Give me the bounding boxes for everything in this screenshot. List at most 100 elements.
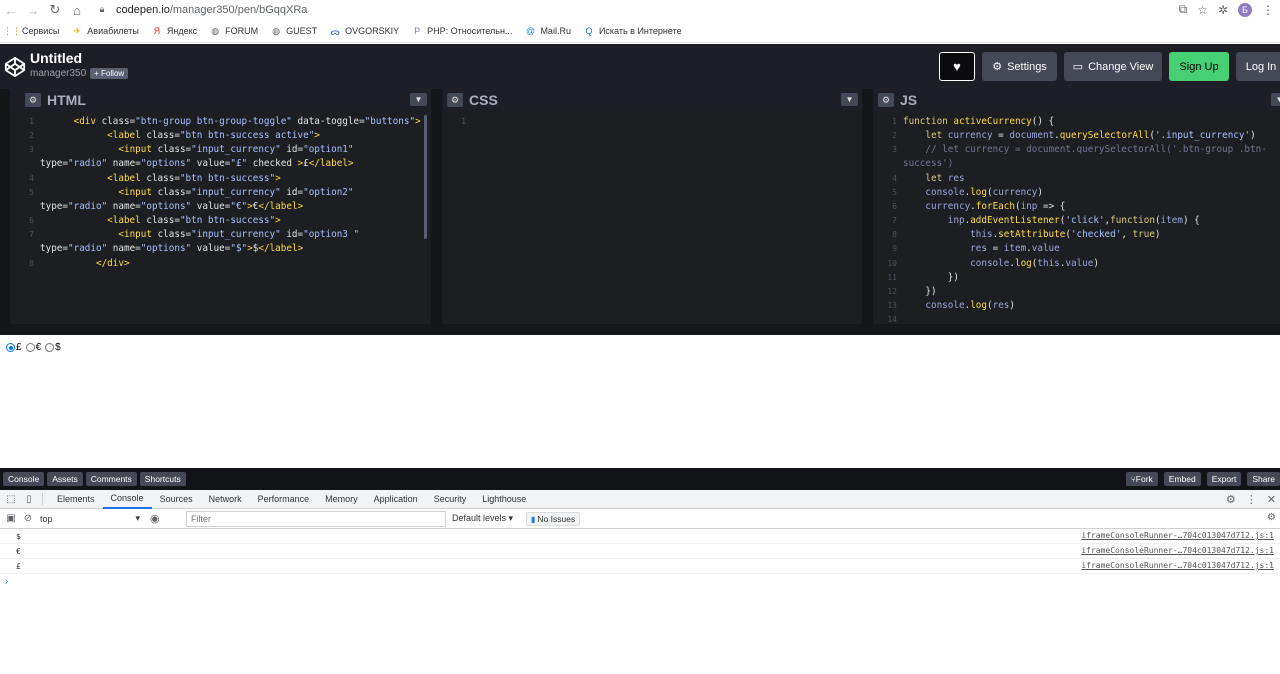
follow-button[interactable]: + Follow xyxy=(90,68,129,79)
log-source-link[interactable]: iframeConsoleRunner-…704c013047d712.js:1 xyxy=(1081,561,1274,570)
log-source-link[interactable]: iframeConsoleRunner-…704c013047d712.js:1 xyxy=(1081,546,1274,555)
issues-button[interactable]: ▮ No Issues xyxy=(526,512,581,526)
editor-resizer[interactable] xyxy=(0,324,1280,335)
code-line[interactable]: let currency = document.querySelectorAll… xyxy=(903,129,1255,143)
reload-icon[interactable]: ↻ xyxy=(44,0,66,20)
bookmark-item[interactable]: ◍ FORUM xyxy=(209,25,258,37)
bookmark-item[interactable]: Я Яндекс xyxy=(151,25,198,37)
code-line[interactable]: console.log(currency) xyxy=(903,186,1043,200)
css-editor[interactable]: ⚙ CSS ▼ 1 xyxy=(442,89,862,324)
bookmark-item[interactable]: ✈ Авиабилеты xyxy=(71,25,139,37)
kebab-menu-icon[interactable]: ⋮ xyxy=(1246,493,1257,506)
bottom-btn-fork[interactable]: ⑂ Fork xyxy=(1125,472,1158,486)
chevron-down-icon[interactable]: ▼ xyxy=(1271,93,1280,106)
code-line[interactable]: currency.forEach(inp => { xyxy=(903,200,1065,214)
translate-icon[interactable]: ⧉ xyxy=(1179,2,1188,17)
home-icon[interactable]: ⌂ xyxy=(66,0,88,20)
change-view-button[interactable]: ▭ Change View xyxy=(1064,52,1162,81)
html-settings-icon[interactable]: ⚙ xyxy=(25,93,41,107)
clear-console-icon[interactable]: ⊘ xyxy=(22,513,34,524)
log-levels-select[interactable]: Default levels ▾ xyxy=(452,513,513,524)
css-settings-icon[interactable]: ⚙ xyxy=(447,93,463,107)
log-source-link[interactable]: iframeConsoleRunner-…704c013047d712.js:1 xyxy=(1081,531,1274,540)
codepen-logo-icon[interactable] xyxy=(4,56,26,78)
code-line[interactable]: console.log(this.value) xyxy=(903,257,1099,271)
js-editor[interactable]: ⚙ JS ▼ 1 function activeCurrency() {2 let… xyxy=(873,89,1280,324)
css-code[interactable]: 1 xyxy=(442,115,862,324)
bookmark-item[interactable]: P PHP: Относительн... xyxy=(411,25,512,37)
html-code[interactable]: 1 <div class="btn-group btn-group-toggle… xyxy=(10,115,431,324)
bottom-btn-assets[interactable]: Assets xyxy=(47,472,83,486)
bottom-btn-embed[interactable]: Embed xyxy=(1163,472,1201,486)
chevron-down-icon[interactable]: ▼ xyxy=(410,93,427,106)
address-bar[interactable]: 🔒︎ codepen.io/manager350/pen/bGqqXRa xyxy=(88,0,1228,19)
tab-network[interactable]: Network xyxy=(201,490,250,509)
tab-memory[interactable]: Memory xyxy=(317,490,366,509)
star-icon[interactable]: ☆ xyxy=(1197,3,1208,17)
bottom-btn-share[interactable]: Share xyxy=(1247,472,1280,486)
code-line[interactable]: <label class="btn btn-success"> xyxy=(40,172,281,186)
bottom-btn-comments[interactable]: Comments xyxy=(85,472,137,486)
code-line[interactable]: type="radio" name="options" value="€">€<… xyxy=(40,200,303,214)
code-line[interactable]: success') xyxy=(903,157,953,171)
log-in-button[interactable]: Log In xyxy=(1236,52,1280,81)
back-icon[interactable]: ← xyxy=(0,0,22,20)
bookmark-item[interactable]: Q Искать в Интернете xyxy=(583,25,681,37)
bookmark-item[interactable]: ⋮⋮ Сервисы xyxy=(3,25,59,37)
code-line[interactable]: inp.addEventListener('click',function(it… xyxy=(903,214,1200,228)
code-line[interactable]: this.setAttribute('checked', true) xyxy=(903,228,1160,242)
code-line[interactable]: <input class="input_currency" id="option… xyxy=(40,143,353,157)
code-line[interactable]: <input class="input_currency" id="option… xyxy=(40,186,353,200)
tab-lighthouse[interactable]: Lighthouse xyxy=(474,490,534,509)
sign-up-button[interactable]: Sign Up xyxy=(1169,52,1229,81)
code-line[interactable]: let res xyxy=(903,172,964,186)
tab-console[interactable]: Console xyxy=(102,490,152,509)
code-line[interactable]: }) xyxy=(903,271,959,285)
code-line[interactable]: <label class="btn btn-success"> xyxy=(40,214,281,228)
bookmark-item[interactable]: ◍ GUEST xyxy=(270,25,317,37)
inspect-icon[interactable]: ⬚ xyxy=(0,494,22,505)
filter-input[interactable]: Filter xyxy=(186,511,446,527)
gear-icon[interactable]: ⚙ xyxy=(1226,493,1236,506)
author-name[interactable]: manager350 xyxy=(30,68,86,79)
eye-icon[interactable]: ◉ xyxy=(150,512,160,525)
tab-security[interactable]: Security xyxy=(426,490,475,509)
currency-radio[interactable] xyxy=(6,343,15,352)
code-line[interactable]: type="radio" name="options" value="£" ch… xyxy=(40,157,354,171)
code-line[interactable]: res = item.value xyxy=(903,242,1060,256)
heart-button[interactable]: ♥ xyxy=(939,52,975,81)
bottom-btn-console[interactable]: Console xyxy=(3,472,45,486)
sidebar-toggle-icon[interactable]: ▣ xyxy=(0,513,22,524)
tab-performance[interactable]: Performance xyxy=(250,490,318,509)
code-line[interactable]: <label class="btn btn-success active"> xyxy=(40,129,320,143)
js-settings-icon[interactable]: ⚙ xyxy=(878,93,894,107)
code-line[interactable]: </div> xyxy=(40,257,130,271)
console-prompt[interactable]: › xyxy=(5,574,1280,588)
context-select[interactable]: top ▾ xyxy=(40,513,140,524)
settings-button[interactable]: ⚙ Settings xyxy=(982,52,1057,81)
close-icon[interactable]: ✕ xyxy=(1267,493,1276,506)
bookmark-item[interactable]: ᯅ OVGORSKIY xyxy=(329,25,399,37)
html-scrollbar[interactable] xyxy=(424,115,427,239)
code-line[interactable]: }) xyxy=(903,285,936,299)
device-toggle-icon[interactable]: ▯ xyxy=(22,494,36,505)
code-line[interactable]: <div class="btn-group btn-group-toggle" … xyxy=(40,115,421,129)
forward-icon[interactable]: → xyxy=(22,0,44,20)
bookmark-item[interactable]: @ Mail.Ru xyxy=(524,25,571,37)
chevron-down-icon[interactable]: ▼ xyxy=(841,93,858,106)
pen-title[interactable]: Untitled xyxy=(30,50,82,66)
kebab-menu-icon[interactable]: ⋮ xyxy=(1262,3,1274,17)
code-line[interactable]: function activeCurrency() { xyxy=(903,115,1054,129)
bottom-btn-export[interactable]: Export xyxy=(1206,472,1242,486)
tab-application[interactable]: Application xyxy=(366,490,426,509)
console-settings-icon[interactable]: ⚙ xyxy=(1267,512,1276,523)
tab-sources[interactable]: Sources xyxy=(152,490,201,509)
currency-radio[interactable] xyxy=(45,343,55,352)
bottom-btn-shortcuts[interactable]: Shortcuts xyxy=(139,472,186,486)
extensions-icon[interactable]: ✲ xyxy=(1218,3,1228,17)
js-code[interactable]: 1 function activeCurrency() {2 let curren… xyxy=(873,115,1280,324)
html-editor[interactable]: ⚙ HTML ▼ 1 <div class="btn-group btn-gro… xyxy=(10,89,431,324)
profile-avatar[interactable]: Б xyxy=(1238,2,1252,17)
currency-radio[interactable] xyxy=(25,343,35,352)
code-line[interactable]: <input class="input_currency" id="option… xyxy=(40,228,359,242)
